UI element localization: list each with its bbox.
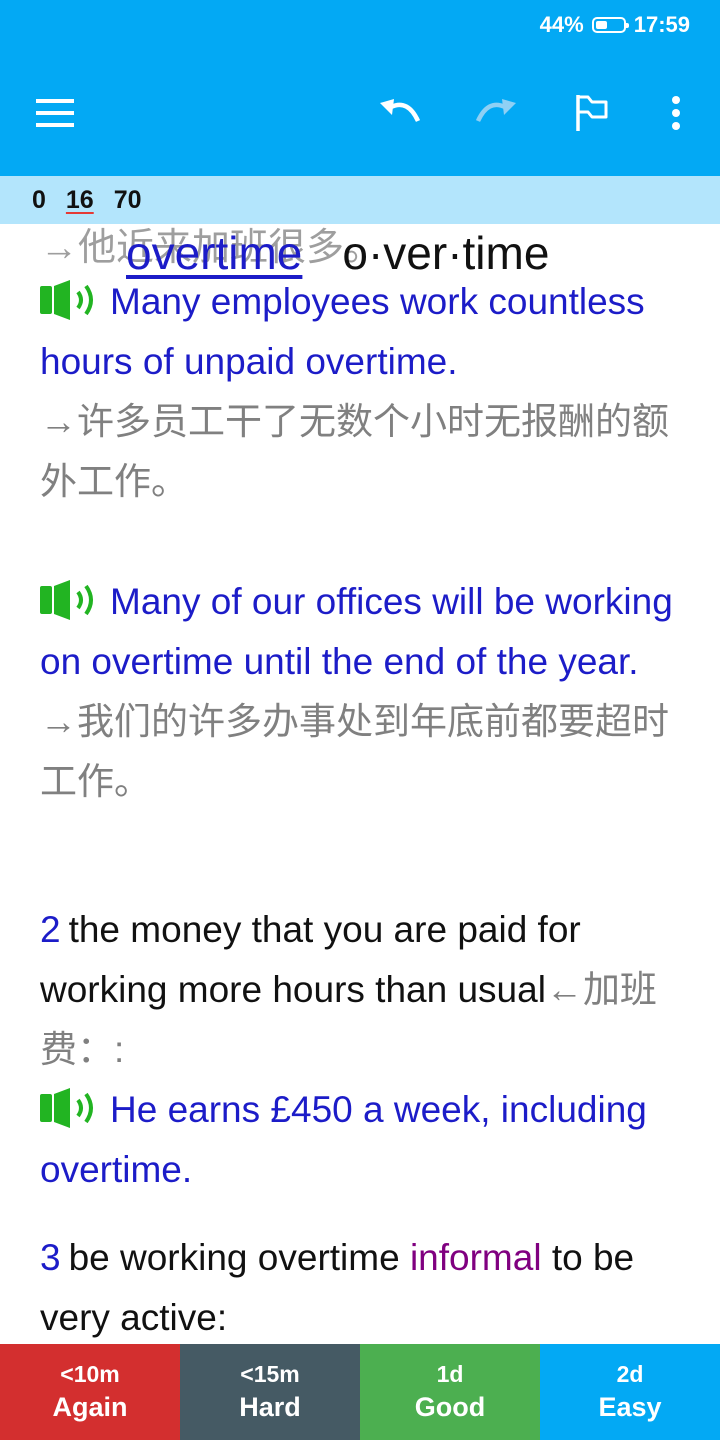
sense-2: 2 the money that you are paid for working… — [40, 900, 685, 1080]
example-block-1: Many employees work countless hours of u… — [40, 272, 685, 512]
speaker-icon[interactable] — [40, 1086, 102, 1128]
deck-counts-bar: 0 16 70 — [0, 176, 720, 224]
redo-icon[interactable] — [466, 83, 526, 143]
example-sentence: He earns £450 a week, including overtime… — [40, 1089, 647, 1190]
example-sentence: Many employees work countless hours of u… — [40, 281, 645, 382]
example-block-2: Many of our offices will be working on o… — [40, 572, 685, 812]
sense-definition: the money that you are paid for working … — [40, 909, 581, 1010]
sense-3: 3 be working overtime informal to be very… — [40, 1228, 685, 1344]
answer-buttons: <10m Again <15m Hard 1d Good 2d Easy — [0, 1344, 720, 1440]
app-toolbar — [0, 50, 720, 176]
good-interval: 1d — [436, 1361, 464, 1387]
hard-interval: <15m — [240, 1361, 300, 1387]
speaker-icon[interactable] — [40, 278, 102, 320]
review-count: 70 — [113, 185, 142, 214]
example-block-3: He earns £450 a week, including overtime… — [40, 1080, 685, 1200]
more-vert-icon[interactable] — [646, 83, 706, 143]
sense-number: 2 — [40, 909, 61, 950]
example-sentence: Many of our offices will be working on o… — [40, 581, 673, 682]
status-right: 44% 17:59 — [540, 10, 690, 40]
hard-button[interactable]: <15m Hard — [180, 1344, 360, 1440]
again-button[interactable]: <10m Again — [0, 1344, 180, 1440]
learning-count: 16 — [65, 185, 94, 214]
good-label: Good — [414, 1392, 486, 1422]
example-translation: →许多员工干了无数个小时无报酬的额外工作。 — [40, 401, 669, 502]
hard-label: Hard — [239, 1392, 301, 1422]
clock: 17:59 — [633, 12, 690, 37]
status-bar: 44% 17:59 — [0, 0, 720, 50]
card-content[interactable]: →他近来加班很多。 overtime o·ver·time Many employ… — [0, 176, 720, 1344]
speaker-icon[interactable] — [40, 578, 102, 620]
undo-icon[interactable] — [370, 83, 430, 143]
register-label: informal — [409, 1237, 542, 1278]
sense-definition: be working overtime — [68, 1237, 400, 1278]
new-count: 0 — [32, 185, 46, 214]
battery-icon — [591, 17, 629, 33]
again-interval: <10m — [60, 1361, 120, 1387]
easy-interval: 2d — [616, 1361, 644, 1387]
battery-fill — [595, 21, 607, 29]
easy-label: Easy — [598, 1392, 662, 1422]
sense-number: 3 — [40, 1237, 61, 1278]
battery-percent: 44% — [539, 12, 584, 37]
good-button[interactable]: 1d Good — [360, 1344, 540, 1440]
easy-button[interactable]: 2d Easy — [540, 1344, 720, 1440]
flag-icon[interactable] — [562, 83, 622, 143]
example-translation: →我们的许多办事处到年底前都要超时工作。 — [40, 701, 669, 802]
again-label: Again — [52, 1392, 128, 1422]
menu-icon[interactable] — [26, 83, 86, 143]
